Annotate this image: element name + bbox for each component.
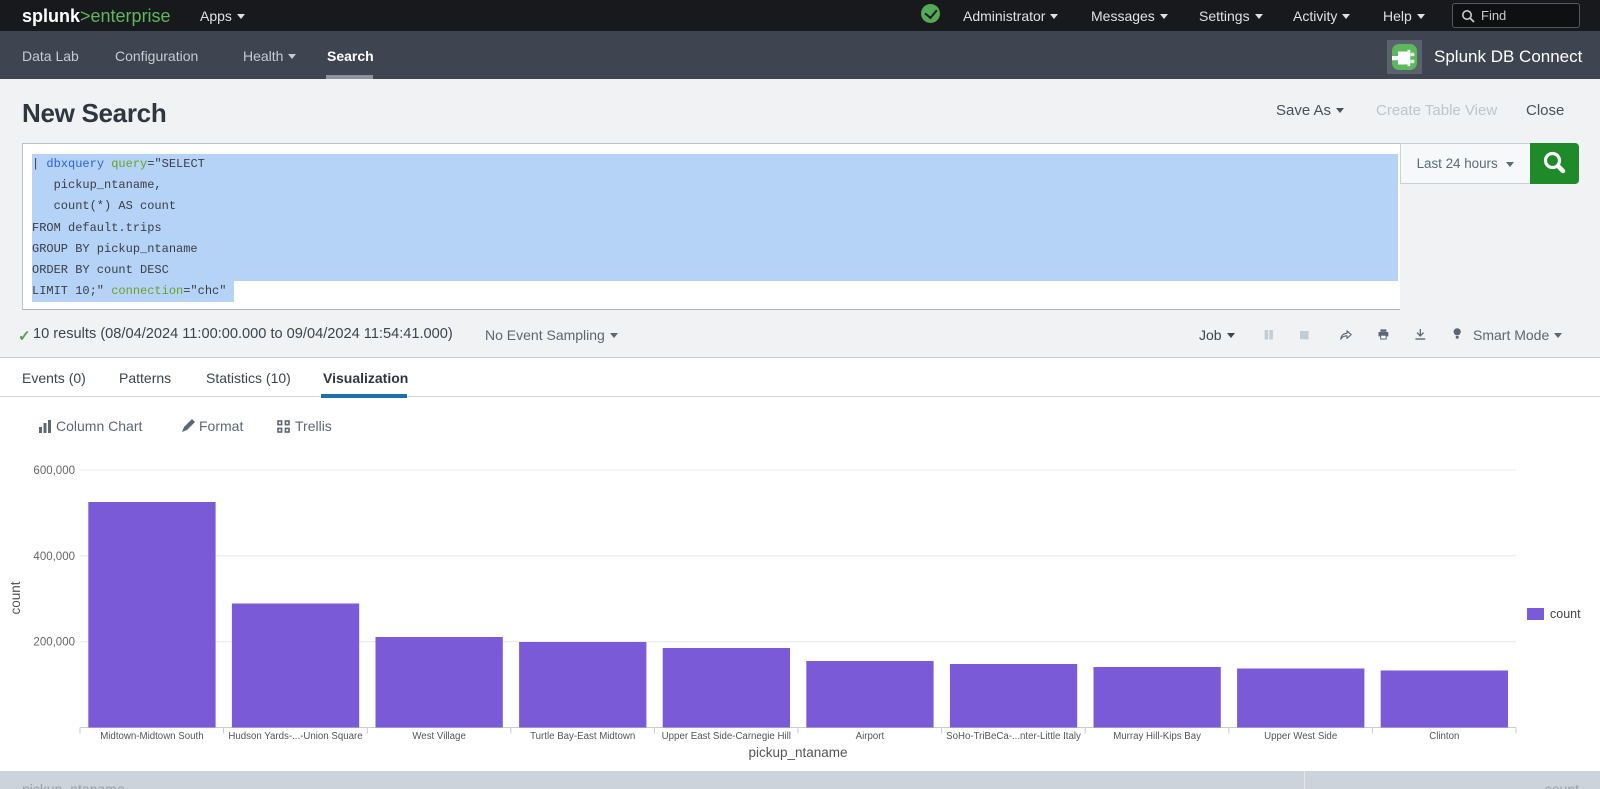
svg-text:Hudson Yards-...-Union Square: Hudson Yards-...-Union Square xyxy=(228,731,362,742)
svg-text:Midtown-Midtown South: Midtown-Midtown South xyxy=(100,731,203,742)
svg-text:SoHo-TriBeCa-...nter-Little It: SoHo-TriBeCa-...nter-Little Italy xyxy=(946,731,1081,742)
svg-text:count: count xyxy=(1550,607,1581,621)
svg-text:Upper West Side: Upper West Side xyxy=(1264,731,1337,742)
svg-text:pickup_ntaname: pickup_ntaname xyxy=(748,745,847,760)
svg-text:Turtle Bay-East Midtown: Turtle Bay-East Midtown xyxy=(530,731,635,742)
svg-text:Murray Hill-Kips Bay: Murray Hill-Kips Bay xyxy=(1113,731,1201,742)
svg-text:count: count xyxy=(8,581,23,614)
svg-text:200,000: 200,000 xyxy=(33,637,75,649)
svg-text:Upper East Side-Carnegie Hill: Upper East Side-Carnegie Hill xyxy=(662,731,791,742)
svg-text:Airport: Airport xyxy=(856,731,885,742)
svg-text:Clinton: Clinton xyxy=(1429,731,1459,742)
svg-text:West Village: West Village xyxy=(412,731,466,742)
svg-text:600,000: 600,000 xyxy=(33,465,75,477)
svg-text:400,000: 400,000 xyxy=(33,551,75,563)
